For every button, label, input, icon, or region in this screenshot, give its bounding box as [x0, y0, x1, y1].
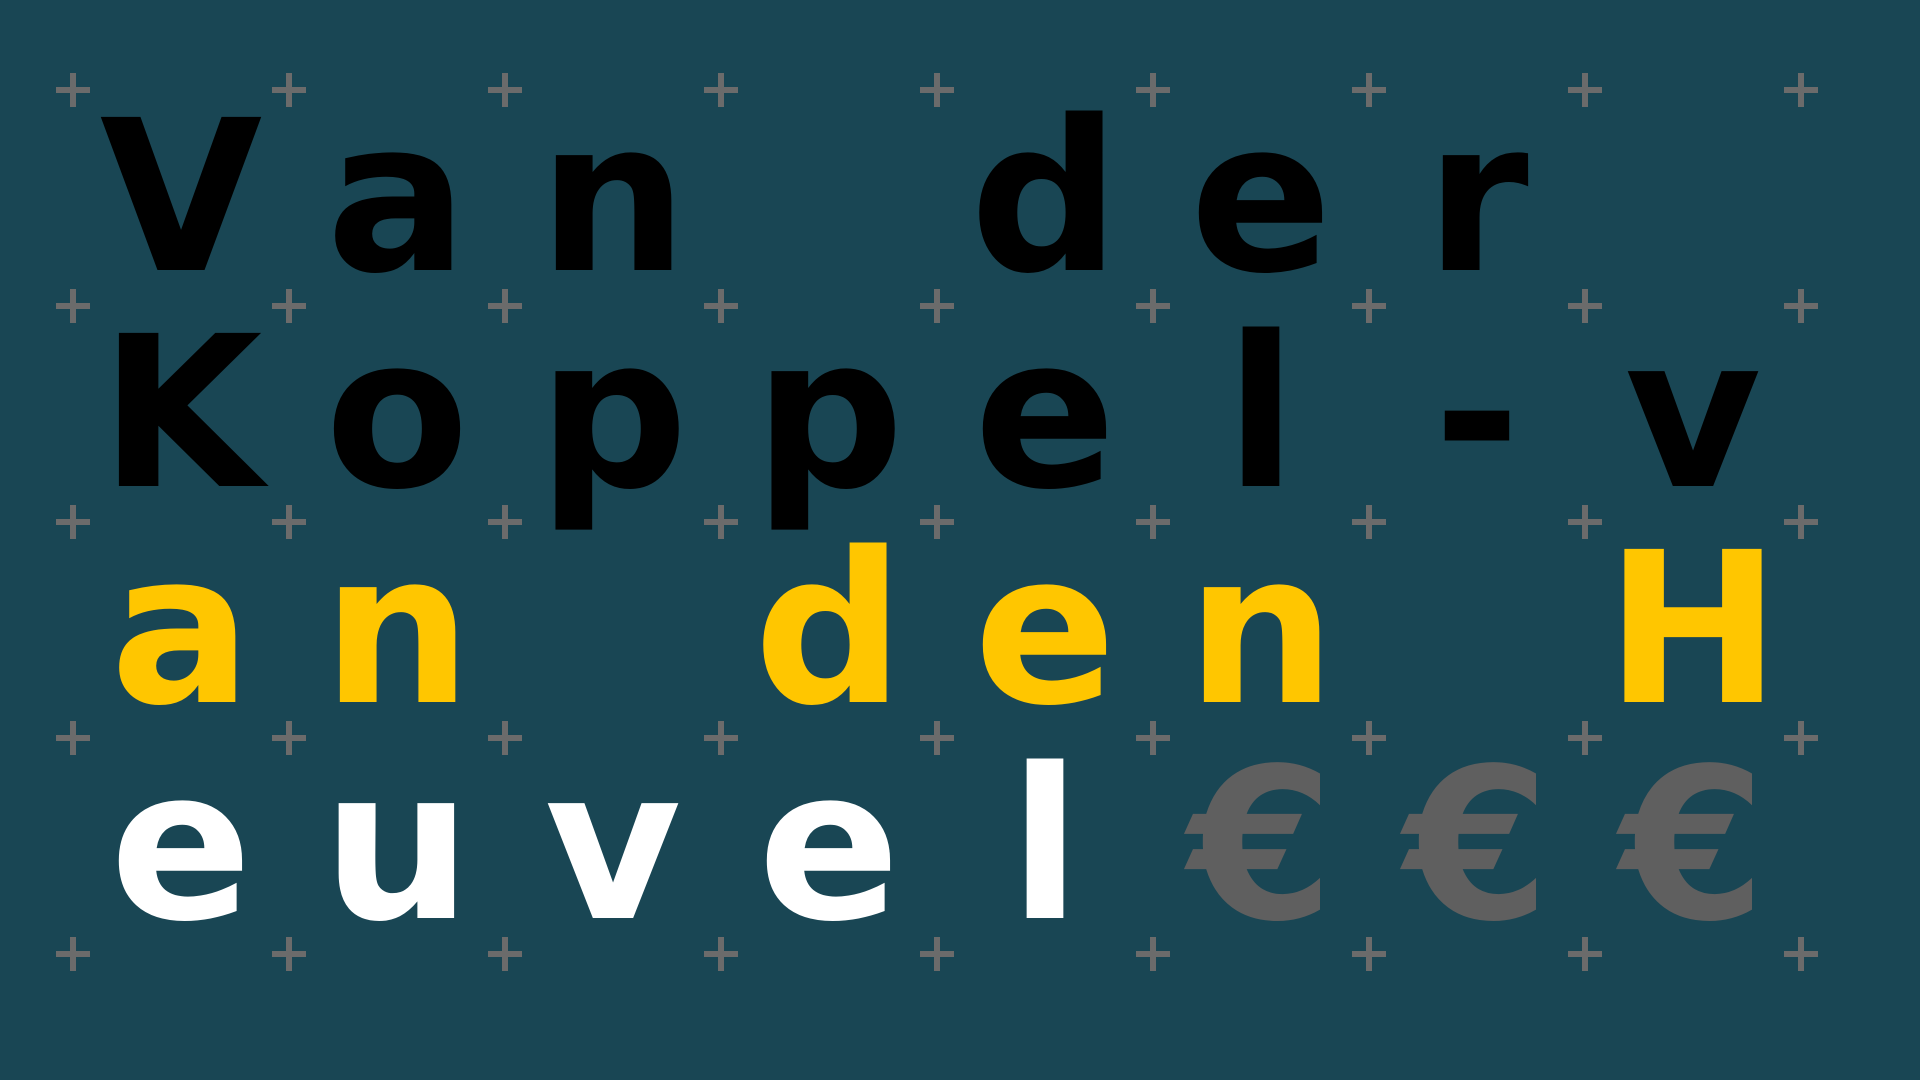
letter-cell: e	[109, 723, 253, 968]
letter-cell: v	[544, 723, 682, 968]
letter-cell: d	[969, 75, 1121, 320]
letter-cell: V	[99, 75, 263, 320]
letter-cell: v	[1624, 291, 1762, 536]
letter-cell	[721, 90, 937, 306]
letter-cell: e	[1189, 75, 1333, 320]
letter-cell: r	[1425, 75, 1529, 320]
letter-cell: e	[973, 291, 1117, 536]
letter-cell: -	[1433, 291, 1521, 536]
letter-cell: d	[753, 507, 905, 752]
letter-cell: u	[322, 723, 472, 968]
letter-cell: K	[99, 291, 263, 536]
letter-cell: p	[537, 291, 689, 536]
letter-cell: l	[1225, 291, 1297, 536]
letter-cell: a	[110, 507, 252, 752]
letter-cell: a	[326, 75, 468, 320]
letter-cell: l	[1009, 723, 1081, 968]
letter-cell: o	[324, 291, 470, 536]
letter-cell: n	[538, 75, 688, 320]
letter-cell: n	[1186, 507, 1336, 752]
letter-cell	[505, 522, 721, 738]
euro-glyph: €	[1187, 723, 1335, 968]
letter-cell: n	[322, 507, 472, 752]
euro-glyph: €	[1619, 723, 1767, 968]
letter-grid-canvas: Va n d e r Ko p p e l - v a n d e n He u v e l € € €	[0, 0, 1920, 1080]
letter-cell	[1369, 522, 1585, 738]
letter-cell: e	[973, 507, 1117, 752]
letter-cell	[1585, 90, 1801, 306]
euro-glyph: €	[1403, 723, 1551, 968]
letter-cell: p	[753, 291, 905, 536]
letter-cell: H	[1605, 507, 1781, 752]
letter-cell: e	[757, 723, 901, 968]
